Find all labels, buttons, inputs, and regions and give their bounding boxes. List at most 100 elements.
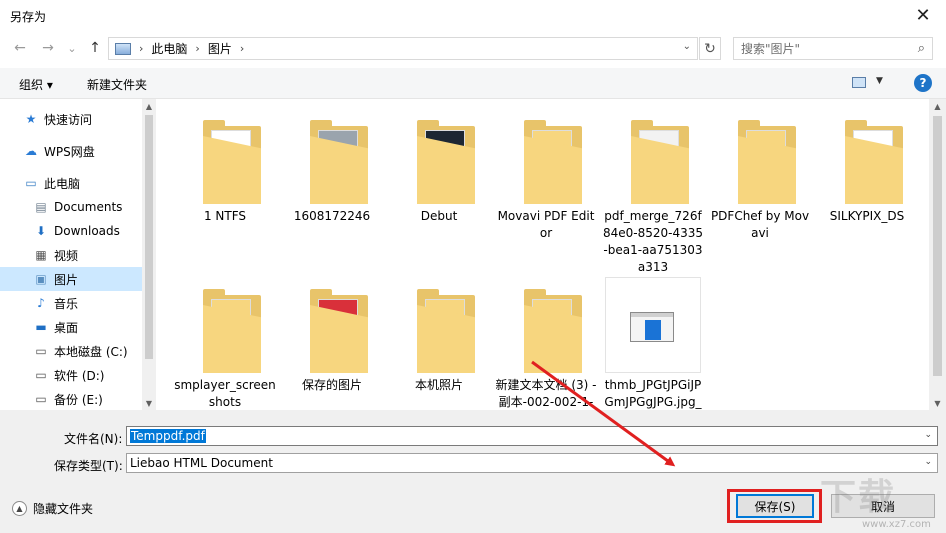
sidebar-item-8[interactable]: ▬ 桌面 xyxy=(0,315,142,339)
item-name: 1 NTFS xyxy=(203,209,247,223)
command-toolbar: 组织 ▾ 新建文件夹 ▼ ? xyxy=(0,68,946,99)
sidebar-item-1[interactable]: ☁ WPS网盘 xyxy=(0,139,142,163)
up-button[interactable]: ↑ xyxy=(85,38,105,58)
folder-icon xyxy=(177,108,273,204)
sidebar-item-2[interactable]: ▭ 此电脑 xyxy=(0,171,142,195)
folder-icon xyxy=(391,277,487,373)
help-button[interactable]: ? xyxy=(914,74,932,92)
collapse-arrow-icon: ▲ xyxy=(12,501,27,516)
sidebar-item-label: 此电脑 xyxy=(44,176,81,191)
breadcrumb-this-pc[interactable]: 此电脑 xyxy=(151,40,187,57)
refresh-icon: ↻ xyxy=(704,40,716,57)
search-box[interactable]: 搜索"图片" ⌕ xyxy=(733,37,933,60)
search-input[interactable]: 搜索"图片" xyxy=(741,40,800,57)
item-name: SILKYPIX_DS xyxy=(829,209,905,223)
back-button[interactable]: ← xyxy=(10,38,30,58)
video-icon: ▦ xyxy=(35,248,47,262)
folder-item[interactable]: 新建文本文档 (3) - 副本-002-002-1-拆分.pdf xyxy=(494,277,598,410)
folder-icon xyxy=(819,108,915,204)
folder-icon xyxy=(498,277,594,373)
folder-item[interactable]: 1608172246 xyxy=(280,108,384,225)
folder-icon xyxy=(284,277,380,373)
document-icon: ▤ xyxy=(35,200,47,214)
filetype-label: 保存类型(T): xyxy=(54,459,123,473)
filename-value[interactable]: Temppdf.pdf xyxy=(130,429,206,443)
item-name: PDFChef by Movavi xyxy=(710,209,810,240)
sidebar-item-label: Downloads xyxy=(54,224,120,238)
view-dropdown-icon[interactable]: ▼ xyxy=(876,76,883,86)
sidebar-item-10[interactable]: ▭ 软件 (D:) xyxy=(0,363,142,387)
search-icon: ⌕ xyxy=(917,41,925,56)
close-button[interactable]: ✕ xyxy=(900,0,946,31)
sidebar-item-11[interactable]: ▭ 备份 (E:) xyxy=(0,387,142,410)
organize-menu[interactable]: 组织 ▾ xyxy=(19,76,53,93)
folder-item[interactable]: 保存的图片 xyxy=(280,277,384,394)
nav-scrollbar[interactable]: ▲ ▼ xyxy=(142,99,156,410)
hide-folders-toggle[interactable]: ▲ 隐藏文件夹 xyxy=(12,500,93,517)
item-name: smplayer_screenshots xyxy=(174,378,276,409)
sidebar-item-label: 音乐 xyxy=(54,296,79,311)
scroll-up-icon[interactable]: ▲ xyxy=(142,99,156,113)
cloud-icon: ☁ xyxy=(25,144,37,158)
folder-item[interactable]: SILKYPIX_DS xyxy=(815,108,919,225)
close-icon: ✕ xyxy=(915,5,931,26)
item-name: Debut xyxy=(420,209,458,223)
chevron-down-icon[interactable]: ⌄ xyxy=(924,430,932,440)
sidebar-item-0[interactable]: ★ 快速访问 xyxy=(0,107,142,131)
forward-button[interactable]: → xyxy=(38,38,58,58)
scroll-down-icon[interactable]: ▼ xyxy=(929,396,946,410)
folder-item[interactable]: Movavi PDF Editor xyxy=(494,108,598,242)
folder-icon xyxy=(391,108,487,204)
sidebar-item-label: 视频 xyxy=(54,248,79,263)
title-bar: 另存为 ✕ xyxy=(0,0,946,31)
sidebar-item-6[interactable]: ▣ 图片 xyxy=(0,267,142,291)
sidebar-item-3[interactable]: ▤ Documents xyxy=(0,195,142,219)
up-arrow-icon: ↑ xyxy=(89,40,101,56)
chevron-right-icon: › xyxy=(195,42,200,55)
item-name: 保存的图片 xyxy=(301,378,362,392)
content-scrollbar[interactable]: ▲ ▼ xyxy=(929,99,946,410)
refresh-button[interactable]: ↻ xyxy=(699,37,721,60)
file-item[interactable]: thmb_JPGtJPGiJPGmJPGgJPG.jpg_PDF转换 xyxy=(601,277,705,410)
filetype-select[interactable]: Liebao HTML Document ⌄ xyxy=(126,453,938,473)
sidebar-item-5[interactable]: ▦ 视频 xyxy=(0,243,142,267)
folder-icon xyxy=(177,277,273,373)
item-name: pdf_merge_726f84e0-8520-4335-bea1-aa7513… xyxy=(602,209,704,274)
scroll-down-icon[interactable]: ▼ xyxy=(142,396,156,410)
filename-field[interactable]: Temppdf.pdf ⌄ xyxy=(126,426,938,446)
sidebar-item-9[interactable]: ▭ 本地磁盘 (C:) xyxy=(0,339,142,363)
item-name: 新建文本文档 (3) - 副本-002-002-1-拆分.pdf xyxy=(495,378,597,409)
item-name: 1608172246 xyxy=(293,209,371,223)
sidebar-item-label: 本地磁盘 (C:) xyxy=(54,344,128,359)
breadcrumb-pictures[interactable]: 图片 xyxy=(208,40,232,57)
back-arrow-icon: ← xyxy=(14,40,26,56)
filename-label: 文件名(N): xyxy=(64,432,123,446)
sidebar-item-7[interactable]: ♪ 音乐 xyxy=(0,291,142,315)
sidebar-item-label: Documents xyxy=(54,200,123,214)
folder-item[interactable]: 本机照片 xyxy=(387,277,491,394)
watermark-url: www.xz7.com xyxy=(862,519,931,530)
scroll-up-icon[interactable]: ▲ xyxy=(929,99,946,113)
window-title: 另存为 xyxy=(10,10,47,24)
chevron-down-icon[interactable]: ⌄ xyxy=(924,457,932,467)
recent-locations-button[interactable]: ⌄ xyxy=(62,38,82,58)
drive-icon: ▭ xyxy=(35,368,47,382)
folder-item[interactable]: PDFChef by Movavi xyxy=(708,108,812,242)
address-bar[interactable]: › 此电脑 › 图片 › ⌄ xyxy=(108,37,698,60)
folder-item[interactable]: smplayer_screenshots xyxy=(173,277,277,410)
item-name: Movavi PDF Editor xyxy=(497,209,595,240)
folder-item[interactable]: Debut xyxy=(387,108,491,225)
forward-arrow-icon: → xyxy=(42,40,54,56)
star-icon: ★ xyxy=(25,112,37,126)
folder-item[interactable]: 1 NTFS xyxy=(173,108,277,225)
sidebar-item-label: 备份 (E:) xyxy=(54,392,103,407)
view-options-icon[interactable] xyxy=(852,77,866,88)
navigation-bar: ← → ⌄ ↑ › 此电脑 › 图片 › ⌄ ↻ 搜索"图片" ⌕ xyxy=(0,31,946,65)
content-scrollbar-thumb[interactable] xyxy=(933,116,942,376)
address-dropdown-icon[interactable]: ⌄ xyxy=(683,41,691,52)
folder-item[interactable]: pdf_merge_726f84e0-8520-4335-bea1-aa7513… xyxy=(601,108,705,276)
sidebar-item-4[interactable]: ⬇ Downloads xyxy=(0,219,142,243)
new-folder-button[interactable]: 新建文件夹 xyxy=(87,76,147,93)
item-name: thmb_JPGtJPGiJPGmJPGgJPG.jpg_PDF转换 xyxy=(604,378,702,409)
nav-scrollbar-thumb[interactable] xyxy=(145,115,153,359)
